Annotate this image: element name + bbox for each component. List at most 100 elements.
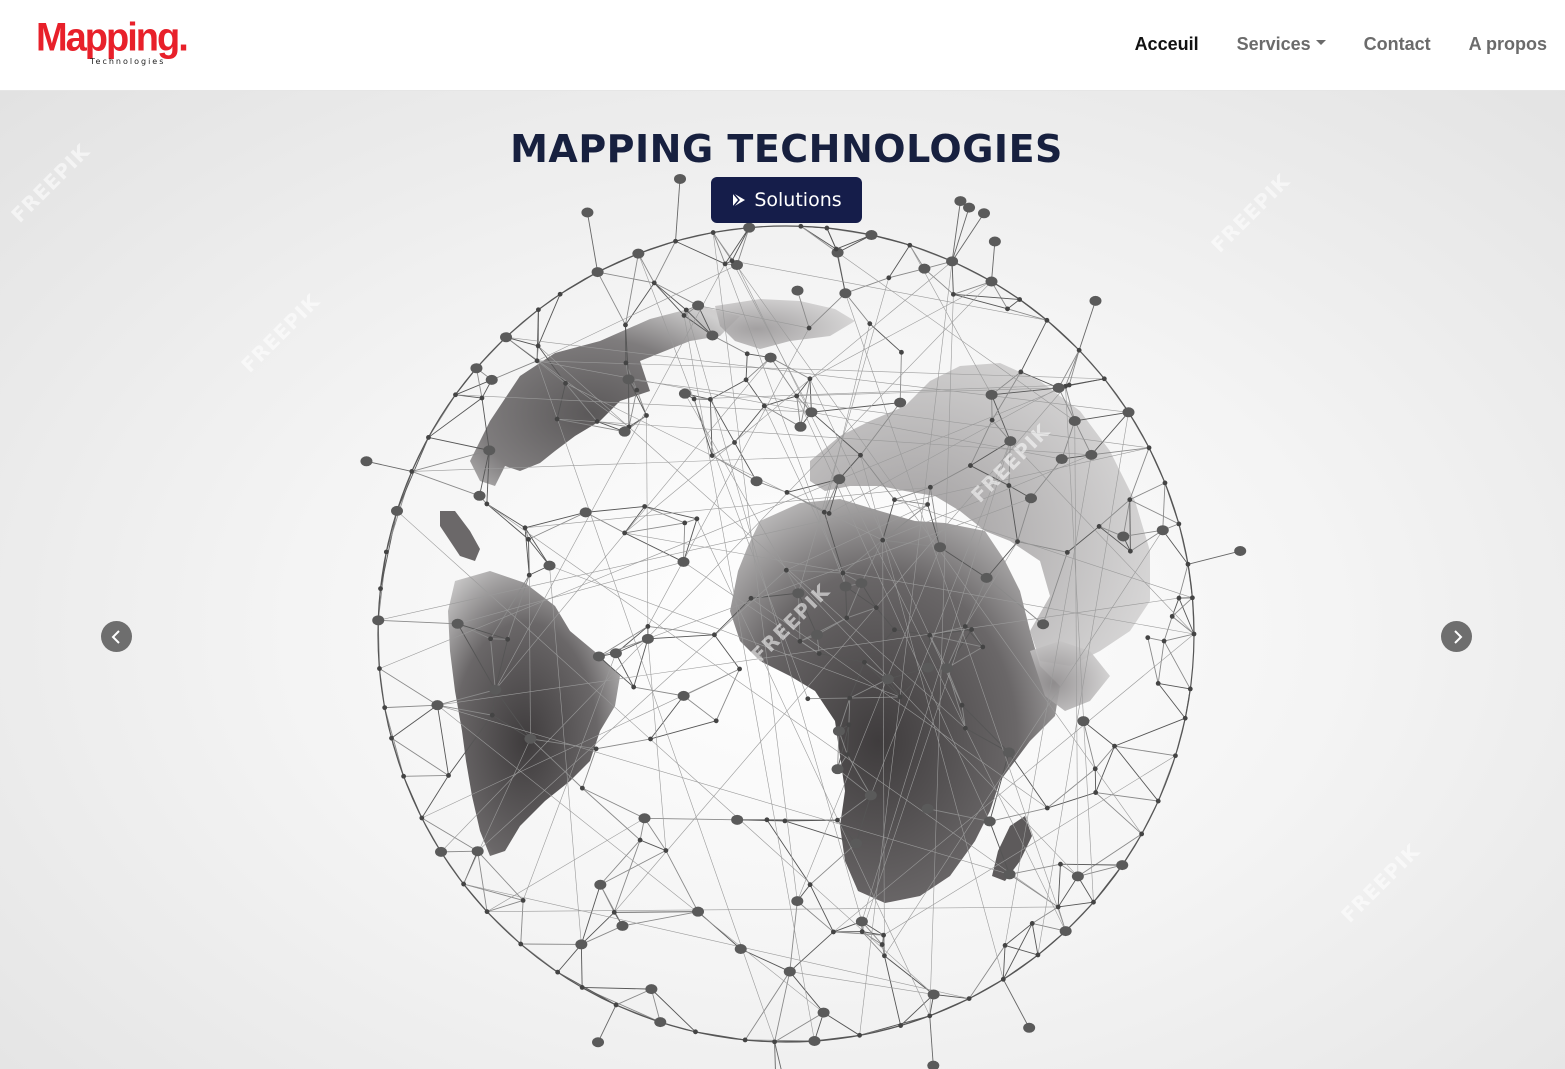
network-node	[681, 313, 687, 318]
network-line	[789, 901, 798, 972]
network-node	[1044, 805, 1050, 811]
network-node	[782, 818, 788, 824]
network-node	[693, 1029, 698, 1035]
network-node	[593, 746, 599, 752]
nav-label: A propos	[1468, 33, 1547, 54]
network-node	[794, 421, 807, 432]
nav-link-a-propos[interactable]: A propos	[1469, 30, 1547, 58]
network-node	[783, 966, 796, 977]
network-line	[1114, 745, 1159, 802]
network-node	[1176, 521, 1182, 527]
network-line	[633, 686, 684, 697]
network-node	[764, 817, 770, 823]
hero-carousel: FREEPIK FREEPIK FREEPIK FREEPIK FREEPIK …	[0, 91, 1565, 1069]
network-node	[748, 595, 754, 601]
network-node	[645, 984, 658, 995]
network-node	[1156, 525, 1169, 536]
network-line	[378, 619, 458, 625]
network-node	[713, 718, 719, 724]
nav-link-acceuil[interactable]: Acceuil	[1135, 30, 1199, 58]
network-node	[581, 207, 594, 218]
network-node	[918, 263, 931, 274]
network-line	[1007, 308, 1048, 321]
network-node	[1187, 686, 1193, 692]
network-node	[391, 505, 404, 516]
network-node	[575, 939, 588, 950]
network-line	[650, 695, 684, 740]
carousel-next-button[interactable]	[1441, 621, 1472, 652]
network-node	[1155, 680, 1161, 686]
network-node	[1052, 382, 1065, 393]
network-node	[946, 256, 959, 267]
network-line	[411, 471, 480, 497]
network-node	[989, 417, 995, 423]
network-node	[750, 476, 763, 487]
network-line	[380, 510, 398, 589]
nav-link-contact[interactable]: Contact	[1364, 30, 1431, 58]
network-line	[625, 253, 639, 326]
network-node	[811, 629, 824, 640]
network-line	[731, 227, 750, 262]
network-line	[495, 263, 726, 690]
network-node	[484, 909, 490, 915]
network-node	[526, 536, 531, 542]
network-node	[894, 397, 907, 408]
network-node	[734, 943, 747, 954]
network-line	[1129, 499, 1131, 552]
network-node	[654, 1017, 667, 1028]
network-node	[977, 208, 990, 219]
network-node	[1058, 861, 1063, 867]
network-line	[807, 697, 850, 700]
network-line	[683, 695, 717, 722]
network-node	[631, 684, 637, 690]
network-node	[644, 413, 649, 418]
network-line	[650, 989, 661, 1023]
network-node	[641, 633, 654, 644]
network-node	[881, 674, 894, 685]
network-line	[615, 988, 652, 1006]
network-node	[1077, 716, 1090, 727]
network-node	[377, 666, 382, 671]
network-node	[1002, 747, 1015, 758]
network-node	[526, 572, 532, 578]
network-line	[1157, 640, 1165, 684]
carousel-prev-button[interactable]	[101, 621, 132, 652]
solutions-button[interactable]: Solutions	[711, 177, 862, 223]
network-line	[1162, 482, 1166, 531]
network-node	[651, 280, 657, 286]
network-node	[446, 773, 451, 778]
network-node	[764, 352, 777, 363]
network-line	[1008, 752, 1048, 809]
network-node	[535, 307, 541, 313]
network-line	[614, 911, 699, 913]
network-node	[534, 358, 540, 364]
network-node	[1182, 715, 1188, 721]
network-node	[980, 572, 993, 583]
network-node	[805, 407, 818, 418]
network-node	[663, 848, 669, 853]
network-node	[940, 663, 953, 674]
network-node	[792, 588, 805, 599]
brand-logo[interactable]: Mapping. Technologies	[36, 16, 189, 70]
network-node	[451, 618, 464, 629]
network-line	[1147, 637, 1165, 642]
network-node	[855, 916, 868, 927]
network-node	[360, 456, 373, 467]
network-node	[1024, 493, 1037, 504]
network-node	[833, 474, 846, 485]
network-line	[745, 353, 748, 380]
network-node	[1006, 483, 1012, 488]
network-line	[487, 906, 1059, 912]
network-node	[632, 248, 645, 259]
network-node	[710, 230, 716, 235]
network-node	[744, 351, 750, 357]
network-node	[594, 879, 607, 890]
network-line	[557, 944, 582, 973]
network-node	[968, 463, 973, 468]
network-node	[616, 920, 629, 931]
network-line	[650, 720, 717, 740]
network-line	[486, 899, 524, 913]
network-line	[597, 271, 626, 326]
network-node	[1096, 524, 1102, 529]
nav-link-services[interactable]: Services	[1237, 30, 1326, 58]
